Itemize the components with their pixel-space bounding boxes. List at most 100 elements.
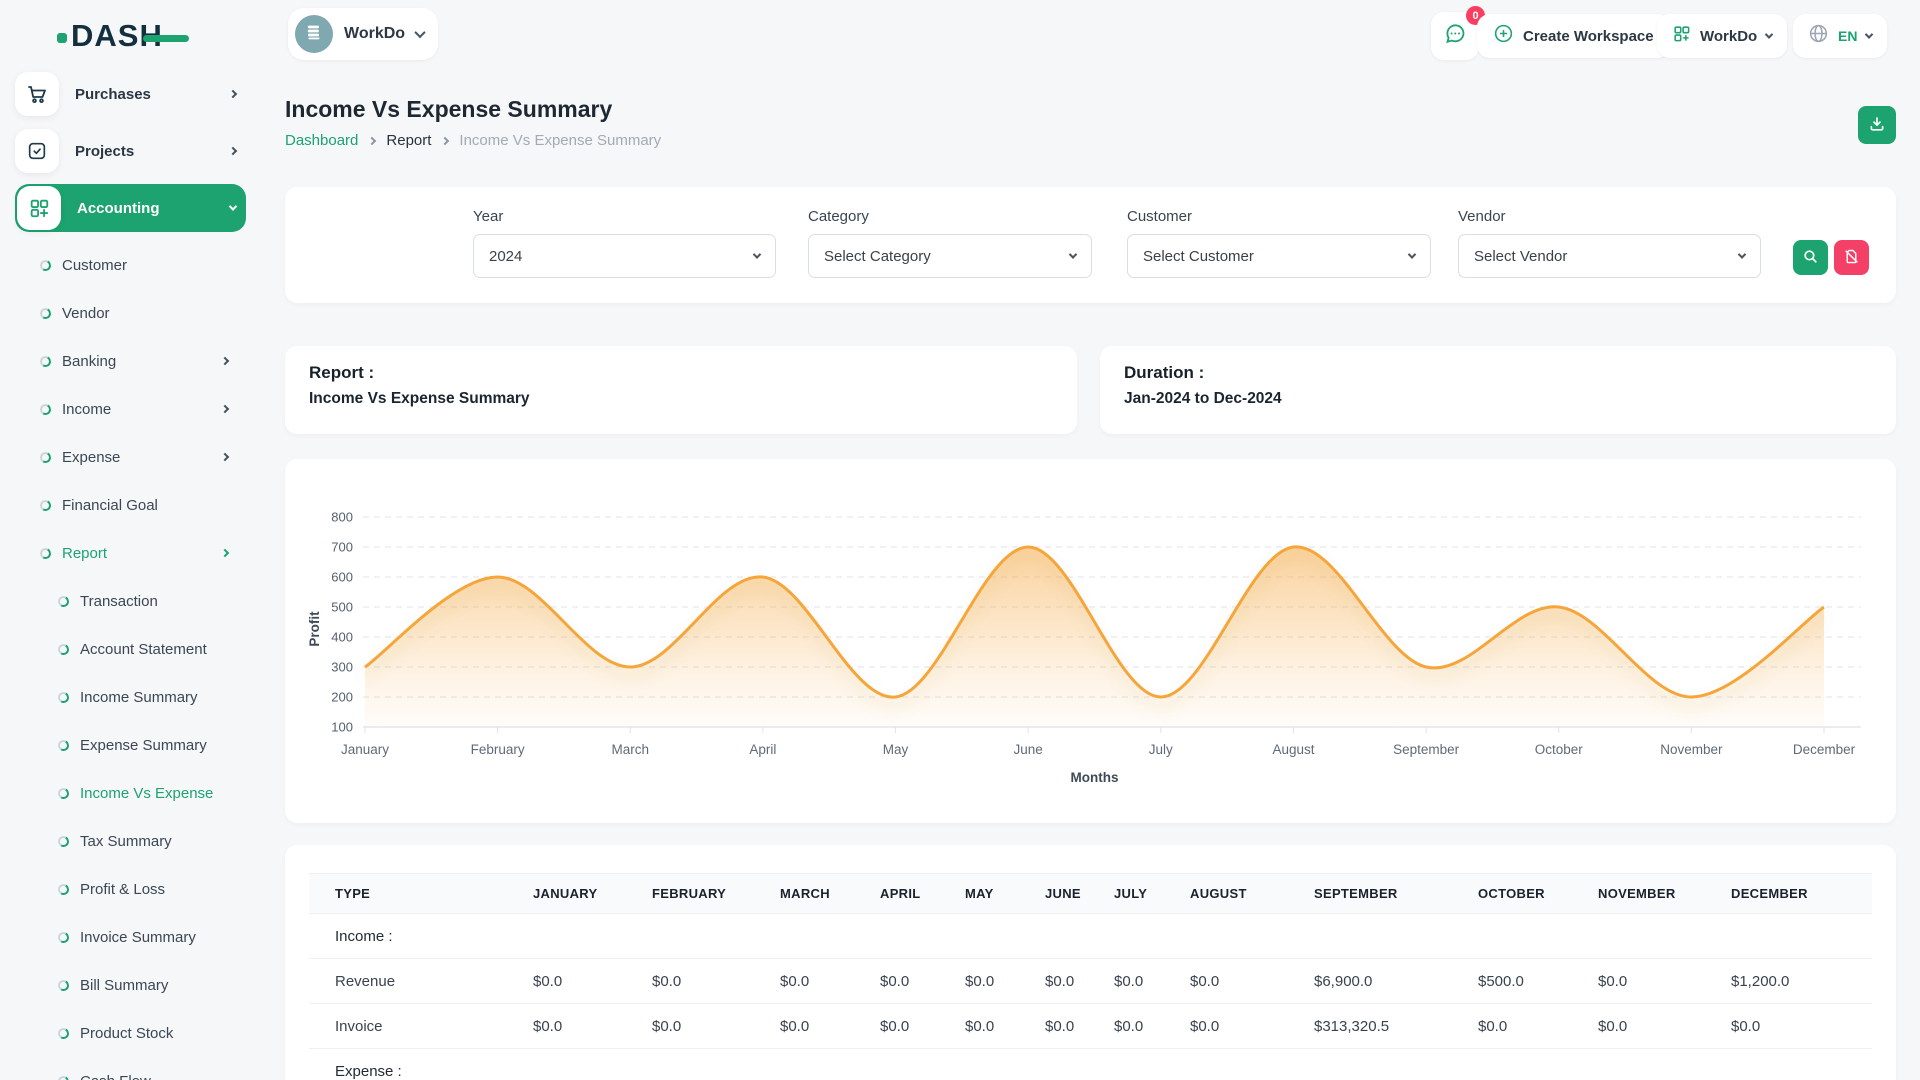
apply-filter-button[interactable] [1793, 240, 1828, 275]
bullet-donut-icon [39, 402, 52, 415]
cell-value: $0.0 [1174, 1004, 1298, 1049]
table-section-row: Expense : [309, 1049, 1872, 1080]
vendor-label: Vendor [1458, 208, 1506, 225]
logo-accent-bar [143, 35, 189, 42]
cell-value [636, 1049, 764, 1080]
app-logo: DASH [57, 18, 163, 54]
sidebar-item-label: Cash Flow [80, 1073, 228, 1080]
cell-value [636, 914, 764, 959]
cell-value [1298, 1049, 1462, 1080]
create-workspace-label: Create Workspace [1523, 28, 1654, 45]
sidebar-item-accounting[interactable]: Accounting [15, 184, 246, 232]
sidebar-item-expense[interactable]: Expense [0, 433, 258, 481]
report-label: Report : [309, 363, 1053, 383]
sidebar-item-label: Expense [62, 449, 222, 466]
breadcrumb-item[interactable]: Dashboard [285, 132, 358, 149]
sidebar-item-cash-flow[interactable]: Cash Flow [0, 1057, 258, 1080]
cell-value: $0.0 [1582, 1004, 1715, 1049]
cart-icon [15, 72, 59, 116]
sidebar-item-transaction[interactable]: Transaction [0, 577, 258, 625]
sidebar-item-label: Vendor [62, 305, 228, 322]
sidebar-item-purchases[interactable]: Purchases [15, 70, 246, 118]
chevron-right-icon [368, 137, 376, 145]
workspace-name: WorkDo [344, 25, 405, 43]
create-workspace-button[interactable]: Create Workspace [1477, 14, 1670, 58]
svg-text:500: 500 [331, 600, 353, 615]
cell-value [949, 1049, 1029, 1080]
bullet-donut-icon [39, 258, 52, 271]
bullet-donut-icon [57, 786, 70, 799]
year-select[interactable]: 2024 [473, 234, 776, 278]
cell-value: $0.0 [517, 1004, 636, 1049]
category-select[interactable]: Select Category [808, 234, 1092, 278]
sidebar-item-income-vs-expense[interactable]: Income Vs Expense [0, 769, 258, 817]
category-select-value: Select Category [824, 248, 931, 265]
search-icon [1802, 248, 1819, 268]
language-selector[interactable]: EN [1793, 14, 1887, 58]
sidebar-item-vendor[interactable]: Vendor [0, 289, 258, 337]
income-expense-table-card: TYPEJANUARYFEBRUARYMARCHAPRILMAYJUNEJULY… [285, 845, 1896, 1080]
cell-value: $0.0 [949, 1004, 1029, 1049]
cell-value [1029, 914, 1098, 959]
download-button[interactable] [1858, 106, 1896, 144]
table-header-october: OCTOBER [1462, 874, 1582, 914]
svg-text:Months: Months [1071, 770, 1119, 785]
sidebar-item-customer[interactable]: Customer [0, 241, 258, 289]
cell-value [1174, 914, 1298, 959]
cell-value: $500.0 [1462, 959, 1582, 1004]
table-header-june: JUNE [1029, 874, 1098, 914]
chevron-down-icon [753, 250, 761, 258]
sidebar-item-report[interactable]: Report [0, 529, 258, 577]
breadcrumb-item[interactable]: Report [386, 132, 431, 149]
sidebar-item-income-summary[interactable]: Income Summary [0, 673, 258, 721]
vendor-select[interactable]: Select Vendor [1458, 234, 1761, 278]
sidebar-item-account-statement[interactable]: Account Statement [0, 625, 258, 673]
breadcrumb: DashboardReportIncome Vs Expense Summary [285, 132, 661, 149]
chevron-right-icon [229, 90, 237, 98]
cell-value [1582, 914, 1715, 959]
svg-text:May: May [883, 742, 909, 757]
customer-select[interactable]: Select Customer [1127, 234, 1431, 278]
cell-value [1462, 1049, 1582, 1080]
table-header-february: FEBRUARY [636, 874, 764, 914]
row-label: Income : [309, 914, 517, 959]
row-label: Revenue [309, 959, 517, 1004]
bullet-donut-icon [39, 354, 52, 367]
workspace-selector[interactable]: WorkDo [288, 8, 438, 60]
sidebar-item-projects[interactable]: Projects [15, 127, 246, 175]
cell-value: $0.0 [1462, 1004, 1582, 1049]
sidebar-item-bill-summary[interactable]: Bill Summary [0, 961, 258, 1009]
sidebar-item-product-stock[interactable]: Product Stock [0, 1009, 258, 1057]
workspace-menu-button[interactable]: WorkDo [1657, 14, 1787, 58]
sidebar-item-tax-summary[interactable]: Tax Summary [0, 817, 258, 865]
sidebar: Purchases Projects Accounting Customer Vendo… [0, 70, 258, 1080]
profit-chart-card: 100200300400500600700800JanuaryFebruaryM… [285, 459, 1896, 823]
cell-value: $0.0 [764, 959, 864, 1004]
cell-value [864, 1049, 949, 1080]
table-header-july: JULY [1098, 874, 1174, 914]
cell-value [1582, 1049, 1715, 1080]
cell-value [1715, 914, 1872, 959]
cell-value: $0.0 [636, 959, 764, 1004]
bullet-donut-icon [57, 882, 70, 895]
sidebar-item-label: Accounting [77, 200, 230, 217]
sidebar-item-financial-goal[interactable]: Financial Goal [0, 481, 258, 529]
sidebar-item-income[interactable]: Income [0, 385, 258, 433]
sidebar-item-expense-summary[interactable]: Expense Summary [0, 721, 258, 769]
reset-filter-button[interactable] [1834, 240, 1869, 275]
cell-value [1715, 1049, 1872, 1080]
cell-value [1098, 1049, 1174, 1080]
cell-value: $313,320.5 [1298, 1004, 1462, 1049]
messages-button[interactable]: 0 [1431, 12, 1479, 60]
sidebar-item-invoice-summary[interactable]: Invoice Summary [0, 913, 258, 961]
plus-circle-icon [1493, 23, 1514, 49]
sidebar-item-banking[interactable]: Banking [0, 337, 258, 385]
download-icon [1868, 115, 1886, 136]
sidebar-item-profit-loss[interactable]: Profit & Loss [0, 865, 258, 913]
workspace-menu-label: WorkDo [1700, 28, 1757, 45]
cell-value [764, 1049, 864, 1080]
cell-value [1462, 914, 1582, 959]
table-row: Invoice$0.0$0.0$0.0$0.0$0.0$0.0$0.0$0.0$… [309, 1004, 1872, 1049]
sidebar-item-label: Expense Summary [80, 737, 228, 754]
chevron-down-icon [1738, 250, 1746, 258]
